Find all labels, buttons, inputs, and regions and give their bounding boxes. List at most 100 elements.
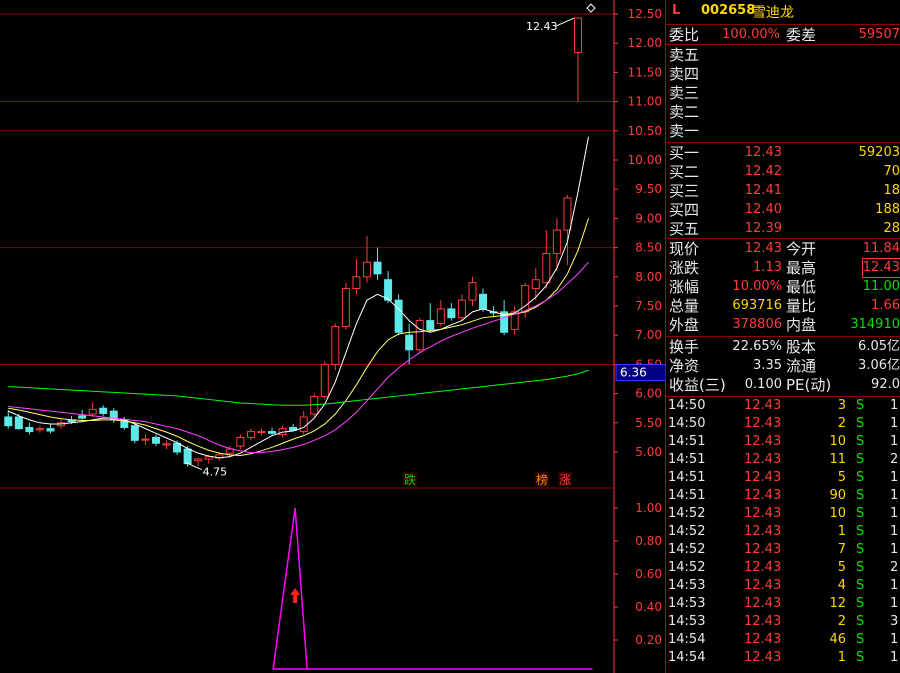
stat2-value-2: 92.0 — [871, 377, 900, 392]
y-tick-label: 12.50 — [628, 7, 662, 21]
tick-side: S — [856, 578, 865, 593]
tick-count: 1 — [890, 506, 899, 521]
ask-row: 卖一 — [666, 122, 900, 140]
tick-row[interactable]: 14:51 12.43 11 S 2 — [666, 451, 900, 469]
tick-count: 3 — [890, 614, 899, 629]
tick-row[interactable]: 14:53 12.43 2 S 3 — [666, 613, 900, 631]
tick-qty: 3 — [837, 398, 846, 413]
mark-zhang: 涨 — [559, 472, 571, 487]
bid-price: 12.43 — [744, 145, 782, 160]
weicha-label: 委差 — [786, 26, 817, 44]
tick-price: 12.43 — [744, 542, 782, 557]
stat2-row: 收益(三) 0.100 PE(动) 92.0 — [666, 376, 900, 394]
stat2-value: 22.65% — [732, 339, 782, 354]
stat-value: 378806 — [732, 317, 782, 332]
candle-body — [447, 308, 456, 319]
tick-time: 14:52 — [668, 560, 706, 575]
ask-row: 卖五 — [666, 46, 900, 64]
mark-die: 跌 — [404, 472, 416, 487]
candle-body — [373, 261, 382, 275]
tick-row[interactable]: 14:53 12.43 12 S 1 — [666, 595, 900, 613]
candle-body — [405, 334, 414, 351]
diamond-icon — [586, 3, 596, 13]
y-tick-label: 10.50 — [628, 124, 662, 138]
tick-row[interactable]: 14:51 12.43 90 S 1 — [666, 487, 900, 505]
tick-count: 1 — [890, 632, 899, 647]
y-tick-label: 6.00 — [635, 387, 662, 401]
candle-body — [341, 287, 350, 327]
tick-price: 12.43 — [744, 506, 782, 521]
ind-y-tick-label: 1.00 — [635, 501, 662, 515]
stat2-value: 0.100 — [744, 377, 782, 392]
tick-row[interactable]: 14:52 12.43 1 S 1 — [666, 523, 900, 541]
stat2-row: 换手 22.65% 股本 6.05亿 — [666, 338, 900, 356]
candle-body — [204, 456, 213, 460]
bid-price: 12.41 — [744, 183, 782, 198]
stat-row: 涨幅 10.00% 最低 11.00 — [666, 278, 900, 296]
bid-price: 12.42 — [744, 164, 782, 179]
tick-side: S — [856, 488, 865, 503]
high-pointer — [555, 17, 575, 27]
tick-row[interactable]: 14:50 12.43 3 S 1 — [666, 397, 900, 415]
bid-qty: 28 — [883, 221, 900, 236]
tick-row[interactable]: 14:54 12.43 1 S 1 — [666, 649, 900, 667]
tick-row[interactable]: 14:50 12.43 2 S 1 — [666, 415, 900, 433]
candle-body — [299, 416, 308, 433]
tick-time: 14:50 — [668, 416, 706, 431]
kline-chart[interactable]: 12.50 12.00 11.50 11.00 10.50 10.00 9.50 9.00 8.… — [0, 0, 666, 673]
candle-body — [257, 431, 266, 434]
tick-side: S — [856, 632, 865, 647]
tick-time: 14:51 — [668, 434, 706, 449]
candle-body — [246, 431, 255, 438]
tick-row[interactable]: 14:52 12.43 7 S 1 — [666, 541, 900, 559]
bid-price: 12.39 — [744, 221, 782, 236]
tick-count: 2 — [890, 560, 899, 575]
bid-row: 买二 12.42 70 — [666, 163, 900, 181]
candle-body — [542, 252, 551, 284]
tick-row[interactable]: 14:53 12.43 4 S 1 — [666, 577, 900, 595]
stat-value: 10.00% — [732, 279, 782, 294]
tick-row[interactable]: 14:52 12.43 5 S 2 — [666, 559, 900, 577]
stat-value: 693716 — [732, 298, 782, 313]
tick-side: S — [856, 524, 865, 539]
indicator-line — [272, 507, 593, 670]
up-arrow-icon — [290, 588, 301, 603]
tick-time: 14:51 — [668, 452, 706, 467]
tick-time: 14:53 — [668, 578, 706, 593]
tick-qty: 10 — [829, 434, 846, 449]
separator — [666, 24, 900, 25]
tick-row[interactable]: 14:54 12.43 46 S 1 — [666, 631, 900, 649]
tick-row[interactable]: 14:51 12.43 10 S 1 — [666, 433, 900, 451]
tick-qty: 4 — [837, 578, 846, 593]
y-tick-label: 7.00 — [635, 328, 662, 342]
stat-row: 外盘 378806 内盘 314910 — [666, 316, 900, 334]
ind-y-tick-label: 0.60 — [635, 567, 662, 581]
stat-row: 涨跌 1.13 最高 12.43 — [666, 258, 900, 278]
candle-body — [479, 293, 488, 310]
tick-side: S — [856, 596, 865, 611]
bid-label: 买一 — [669, 144, 700, 162]
tick-row[interactable]: 14:51 12.43 5 S 1 — [666, 469, 900, 487]
stat-value: 12.43 — [744, 241, 782, 256]
tick-price: 12.43 — [744, 416, 782, 431]
ma-line-ma20 — [8, 261, 589, 454]
candle-body — [468, 282, 477, 301]
tick-qty: 5 — [837, 470, 846, 485]
tick-side: S — [856, 614, 865, 629]
bid-row: 买三 12.41 18 — [666, 182, 900, 200]
tick-time: 14:54 — [668, 632, 706, 647]
stat2-value: 3.35 — [753, 358, 782, 373]
candle-body — [78, 415, 87, 419]
tick-price: 12.43 — [744, 524, 782, 539]
tick-qty: 90 — [829, 488, 846, 503]
y-tick-label: 7.50 — [635, 299, 662, 313]
bid-label: 买四 — [669, 201, 700, 219]
candle-body — [25, 426, 34, 433]
ask-row: 卖四 — [666, 65, 900, 83]
separator — [666, 142, 900, 143]
stat2-label-2: PE(动) — [786, 376, 832, 394]
tick-price: 12.43 — [744, 560, 782, 575]
tick-time: 14:52 — [668, 524, 706, 539]
tick-row[interactable]: 14:52 12.43 10 S 1 — [666, 505, 900, 523]
bid-label: 买三 — [669, 182, 700, 200]
